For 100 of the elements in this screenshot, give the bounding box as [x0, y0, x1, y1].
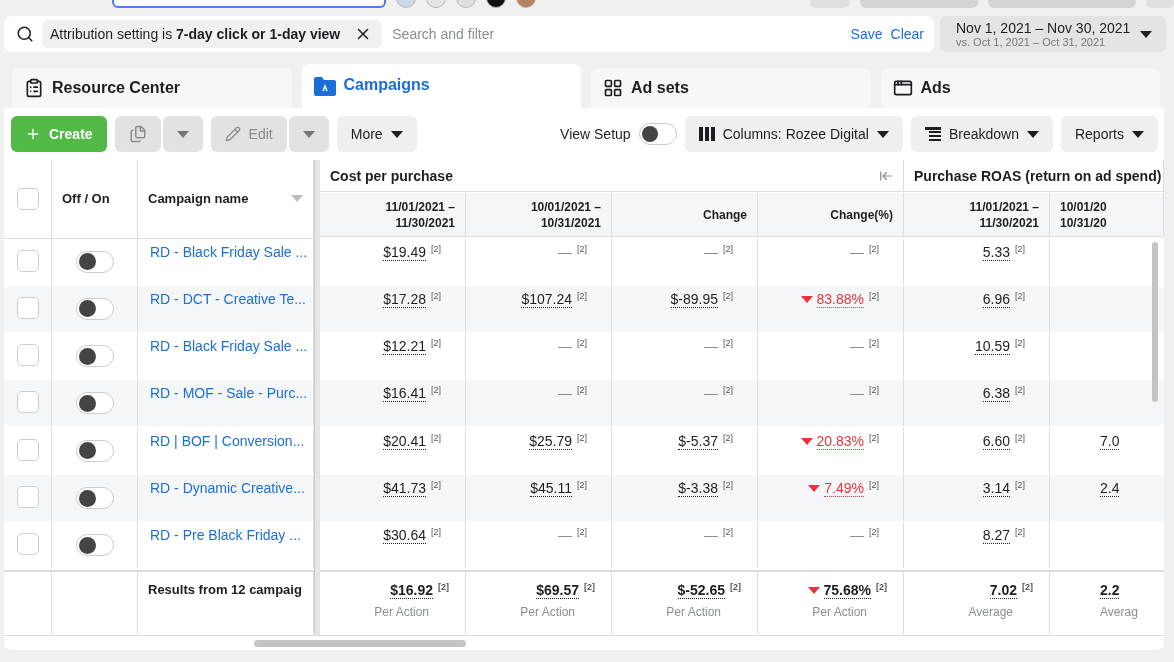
metric-value: 20.83%: [816, 432, 864, 450]
metric-value: 8.27: [982, 527, 1010, 545]
metric-value: $41.73: [383, 480, 426, 498]
column-header: 10/01/2021 – 10/31/2021: [530, 198, 601, 231]
metric-value: $12.21: [383, 338, 426, 356]
toggle-switch[interactable]: [75, 534, 114, 557]
checkbox[interactable]: [16, 533, 39, 556]
metric-value: 7.49%: [824, 480, 864, 498]
plus-icon: [25, 126, 41, 142]
metric-value: 83.88%: [816, 290, 864, 308]
footnote-mark: [2]: [584, 581, 595, 592]
tab[interactable]: Resource Center: [12, 68, 292, 108]
collapse-icon[interactable]: [879, 168, 893, 183]
footnote-mark: [2]: [1015, 290, 1025, 301]
empty-value: —: [558, 527, 572, 544]
clear-link[interactable]: Clear: [890, 26, 924, 42]
tab[interactable]: Campaigns: [301, 64, 581, 108]
tab[interactable]: Ads: [880, 68, 1160, 108]
footnote-mark: [2]: [869, 527, 879, 538]
save-link[interactable]: Save: [850, 26, 883, 42]
empty-value: —: [704, 385, 718, 402]
footnote-mark: [2]: [876, 581, 887, 592]
footnote-mark: [2]: [869, 243, 879, 254]
footnote-mark: [2]: [431, 385, 441, 396]
caret-icon: [176, 130, 189, 138]
campaign-link[interactable]: RD | BOF | Conversion...: [150, 432, 305, 449]
column-header: Change(%): [830, 206, 893, 223]
dropdown-button[interactable]: [288, 116, 329, 152]
total-caption: Per Action: [812, 604, 867, 619]
toggle-switch[interactable]: [75, 345, 114, 368]
footnote-mark: [2]: [869, 385, 879, 396]
scrollbar[interactable]: [1152, 242, 1158, 402]
metric-value: $25.79: [529, 432, 572, 450]
edit-button[interactable]: Edit: [210, 116, 287, 152]
checkbox[interactable]: [16, 391, 39, 414]
duplicate-button[interactable]: [114, 116, 161, 152]
tab[interactable]: Ad sets: [591, 68, 871, 108]
toggle-switch[interactable]: [75, 392, 114, 415]
footnote-mark: [2]: [723, 243, 733, 254]
footnote-mark: [2]: [869, 480, 879, 491]
toggle-switch[interactable]: [75, 297, 114, 320]
breakdown-icon: [924, 127, 941, 141]
footnote-mark: [2]: [431, 527, 441, 538]
footnote-mark: [2]: [723, 290, 733, 301]
metric-value: $17.28: [383, 290, 426, 308]
campaign-link[interactable]: RD - Black Friday Sale ...: [150, 243, 308, 260]
total-value: 75.68%: [823, 581, 871, 599]
metric-value: $-3.38: [678, 480, 718, 498]
search-field[interactable]: Attribution setting is 7-day click or 1-day view Search and filter Save Clear: [4, 16, 934, 52]
metric-value: 7.0: [1100, 432, 1120, 450]
footnote-mark: [2]: [730, 581, 741, 592]
empty-value: —: [558, 243, 572, 260]
column-group-header: Purchase ROAS (return on ad spend): [914, 167, 1162, 184]
footnote-mark: [2]: [1015, 243, 1025, 254]
footnote-mark: [2]: [431, 338, 441, 349]
column-header[interactable]: Campaign name: [148, 191, 249, 207]
metric-value: 6.60: [982, 432, 1010, 450]
checkbox[interactable]: [16, 249, 39, 272]
checkbox[interactable]: [16, 486, 39, 509]
footnote-mark: [2]: [577, 385, 587, 396]
caret-icon: [1132, 130, 1144, 138]
footnote-mark: [2]: [431, 290, 441, 301]
date-range-button[interactable]: Nov 1, 2021 – Nov 30, 2021 vs. Oct 1, 2021 – Oct 31, 2021: [940, 16, 1166, 52]
scrollbar[interactable]: [254, 639, 466, 647]
footnote-mark: [2]: [577, 527, 587, 538]
reports-button[interactable]: Reports: [1060, 116, 1158, 152]
column-header: 10/01/20 10/31/20: [1060, 198, 1107, 231]
campaign-link[interactable]: RD - Pre Black Friday ...: [150, 527, 301, 544]
empty-value: —: [558, 385, 572, 402]
copy-icon: [128, 125, 147, 143]
total-value: $69.57: [536, 581, 579, 599]
total-caption: Per Action: [520, 604, 575, 619]
caret-icon: [1026, 130, 1039, 138]
metric-value: 2.4: [1100, 480, 1120, 498]
footnote-mark: [2]: [1015, 480, 1025, 491]
toggle-switch[interactable]: [75, 439, 114, 462]
empty-value: —: [850, 527, 864, 544]
filter-chip[interactable]: Attribution setting is 7-day click or 1-day view: [42, 20, 383, 48]
breakdown-button[interactable]: Breakdown: [910, 116, 1053, 152]
metric-value: 5.33: [982, 243, 1010, 261]
metric-value: $20.41: [383, 432, 426, 450]
footnote-mark: [2]: [869, 290, 879, 301]
more-button[interactable]: More: [336, 116, 417, 152]
footnote-mark: [2]: [431, 480, 441, 491]
empty-value: —: [850, 243, 864, 260]
footnote-mark: [2]: [1015, 338, 1025, 349]
checkbox[interactable]: [16, 187, 39, 210]
metric-value: 6.38: [982, 385, 1010, 403]
toggle-switch[interactable]: [75, 487, 114, 510]
campaign-link[interactable]: RD - Black Friday Sale ...: [150, 338, 308, 355]
checkbox[interactable]: [16, 344, 39, 367]
toggle-switch[interactable]: [638, 123, 677, 145]
checkbox[interactable]: [16, 296, 39, 319]
checkbox[interactable]: [16, 438, 39, 461]
columns-button[interactable]: Columns: Rozee Digital: [684, 116, 903, 152]
date-range: Nov 1, 2021 – Nov 30, 2021: [956, 20, 1131, 36]
total-value: $-52.65: [677, 581, 725, 599]
sort-icon: [291, 195, 303, 203]
toggle-switch[interactable]: [75, 250, 114, 273]
dropdown-button[interactable]: [162, 116, 203, 152]
